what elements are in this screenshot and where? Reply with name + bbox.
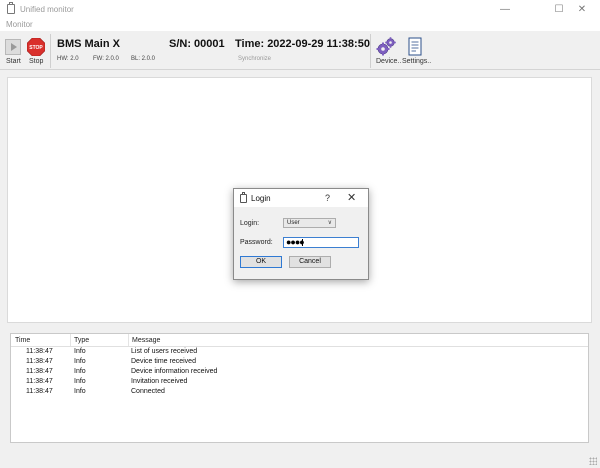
cell-time: 11:38:47 [26,368,53,375]
stop-label: Stop [29,58,44,65]
dialog-close-icon[interactable]: ✕ [347,191,356,204]
cell-type: Info [74,358,86,365]
table-row[interactable]: 11:38:47 Info Device information receive… [11,368,588,378]
login-select[interactable]: User ∨ [283,218,336,228]
clipboard-icon [240,192,247,203]
close-button[interactable]: ✕ [563,0,600,19]
table-row[interactable]: 11:38:47 Info Device time received [11,358,588,368]
hw-version: HW: 2.0 [57,56,79,62]
table-row[interactable]: 11:38:47 Info Invitation received [11,378,588,388]
login-dialog: Login ? ✕ Login: User ∨ Password: ●●●● O… [233,188,369,280]
table-row[interactable]: 11:38:47 Info List of users received [11,348,588,358]
login-select-value: User [287,220,300,226]
table-row[interactable]: 11:38:47 Info Connected [11,388,588,398]
stop-button[interactable]: STOP [27,38,45,56]
column-header-time[interactable]: Time [15,337,30,344]
column-header-message[interactable]: Message [132,337,160,344]
column-header-type[interactable]: Type [74,337,89,344]
resize-grip-icon[interactable] [589,457,597,465]
cell-type: Info [74,388,86,395]
dialog-title-bar[interactable]: Login ? ✕ [234,189,368,207]
dialog-title: Login [251,194,271,203]
title-bar: Unified monitor — ☐ ✕ [0,0,600,19]
device-time: Time: 2022-09-29 11:38:50 [235,38,370,50]
column-divider[interactable] [70,334,71,346]
document-icon[interactable] [405,36,425,58]
gears-icon[interactable] [376,36,396,58]
settings-label[interactable]: Settings.. [402,58,431,65]
chevron-down-icon: ∨ [327,220,332,226]
cell-time: 11:38:47 [26,378,53,385]
toolbar-divider [50,34,51,68]
login-label: Login: [240,220,260,227]
cell-message: Device time received [131,358,196,365]
stop-sign-text: STOP [29,45,43,51]
serial-number: S/N: 00001 [169,38,225,50]
bl-version: BL: 2.0.0 [131,56,156,62]
cell-type: Info [74,378,86,385]
fw-version: FW: 2.0.0 [93,56,119,62]
start-button[interactable] [5,39,21,55]
cell-time: 11:38:47 [26,348,53,355]
minimize-button[interactable]: — [486,0,524,19]
window-title: Unified monitor [20,5,74,14]
cancel-button[interactable]: Cancel [289,256,331,268]
password-field[interactable]: ●●●● [283,237,359,248]
password-label: Password: [240,239,273,246]
help-button[interactable]: ? [325,193,330,203]
cell-time: 11:38:47 [26,358,53,365]
menu-monitor[interactable]: Monitor [6,20,33,29]
cell-type: Info [74,368,86,375]
synchronize-link[interactable]: Synchronize [238,56,271,62]
start-label: Start [6,58,21,65]
ok-button[interactable]: OK [240,256,282,268]
device-label[interactable]: Device.. [376,58,401,65]
toolbar-divider [370,34,371,68]
text-caret [302,239,303,246]
toolbar: Start STOP Stop BMS Main X S/N: 00001 Ti… [0,31,600,70]
cell-message: List of users received [131,348,198,355]
clipboard-icon [7,2,15,14]
status-bar [0,452,600,468]
cell-message: Invitation received [131,378,188,385]
menu-bar: Monitor [0,19,600,31]
log-header: Time Type Message [11,334,588,347]
cell-time: 11:38:47 [26,388,53,395]
device-name: BMS Main X [57,38,120,50]
cell-message: Device information received [131,368,218,375]
column-divider[interactable] [128,334,129,346]
cell-type: Info [74,348,86,355]
cell-message: Connected [131,388,165,395]
log-table: Time Type Message 11:38:47 Info List of … [10,333,589,443]
